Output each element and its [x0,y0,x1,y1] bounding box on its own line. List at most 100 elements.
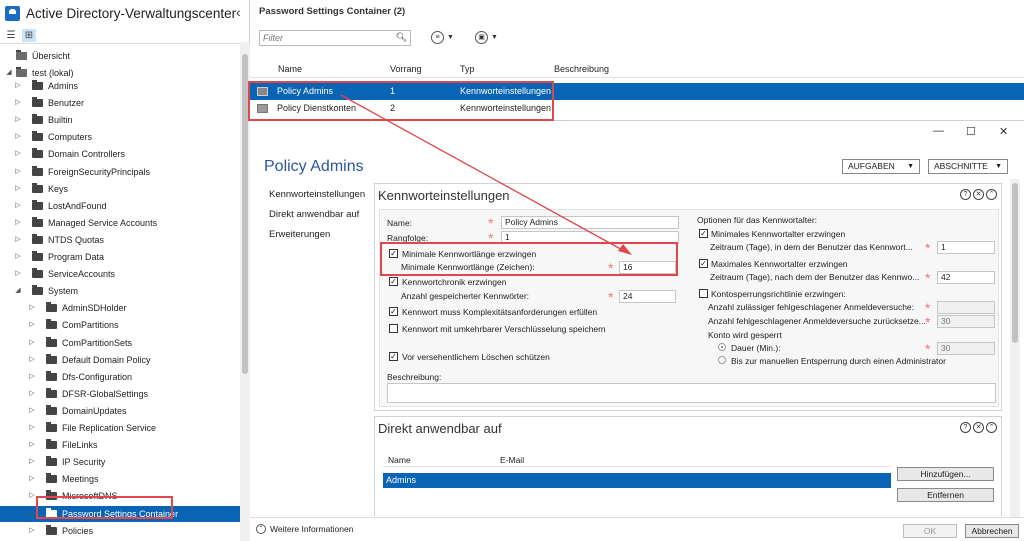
close-section-icon[interactable]: ✕ [973,422,984,433]
tree-item[interactable]: ▷ ForeignSecurityPrincipals [0,164,249,180]
tree-item[interactable]: ▷ File Replication Service [0,420,249,436]
more-info-link[interactable]: Weitere Informationen [270,524,353,534]
filter-box[interactable]: 🔍︎ [259,30,411,46]
expand-arrow-icon[interactable]: ▷ [14,232,22,248]
min-age-field[interactable]: 1 [937,241,995,254]
tree-item[interactable]: ▷ Policies [0,523,249,539]
tree-item[interactable]: ▷ Domain Controllers [0,146,249,162]
query-view-button[interactable]: ≡ ▼ [431,31,454,45]
max-age-field[interactable]: 42 [937,271,995,284]
expand-arrow-icon[interactable]: ▷ [14,78,22,94]
collapse-nav-icon[interactable]: ‹ [236,4,241,20]
lockout-checkbox[interactable] [699,289,708,298]
ok-button[interactable]: OK [903,524,957,538]
tree-item[interactable]: ▷ IP Security [0,454,249,470]
tree-item[interactable]: ▷ ComPartitionSets [0,335,249,351]
expand-arrow-icon[interactable]: ▷ [14,266,22,282]
filter-input[interactable] [263,32,391,44]
complexity-checkbox[interactable]: ✓ [389,307,398,316]
tree-item[interactable]: ▷ Computers [0,129,249,145]
save-query-button[interactable]: ▣ ▼ [475,31,498,45]
dialog-scrollbar[interactable] [1010,179,1020,519]
column-name[interactable]: Name [278,64,302,74]
list-view-icon[interactable]: ☰ [4,29,18,42]
search-icon[interactable]: 🔍︎ [396,32,407,43]
expand-arrow-icon[interactable]: ▷ [14,164,22,180]
lockout-reset-field[interactable]: 30 [937,315,995,328]
tree-item-overview[interactable]: Übersicht [0,48,249,64]
manual-unlock-radio[interactable] [718,356,726,364]
s2-column-email[interactable]: E-Mail [500,455,524,465]
expand-arrow-icon[interactable]: ▷ [28,317,36,333]
tree-view-icon[interactable]: ⊞ [22,29,36,42]
tree-item[interactable]: ▷ Keys [0,181,249,197]
tree-item[interactable]: ▷ NTDS Quotas [0,232,249,248]
tree-item[interactable]: ▷ LostAndFound [0,198,249,214]
protect-checkbox[interactable]: ✓ [389,352,398,361]
duration-field[interactable]: 30 [937,342,995,355]
expand-arrow-icon[interactable]: ▷ [14,198,22,214]
tree-item[interactable]: ▷ Meetings [0,471,249,487]
collapse-section-icon[interactable]: ⌃ [986,422,997,433]
expand-arrow-icon[interactable]: ▷ [28,386,36,402]
tree-item[interactable]: ▷ DFSR-GlobalSettings [0,386,249,402]
close-icon[interactable]: ✕ [999,125,1008,138]
tree-item[interactable]: ▷ Dfs-Configuration [0,369,249,385]
duration-radio[interactable] [718,343,726,351]
tree-item[interactable]: ▷ AdminSDHolder [0,300,249,316]
expand-arrow-icon[interactable]: ▷ [28,403,36,419]
expand-arrow-icon[interactable]: ▷ [28,420,36,436]
expand-arrow-icon[interactable]: ▷ [28,335,36,351]
expand-arrow-icon[interactable]: ▷ [14,249,22,265]
expand-arrow-icon[interactable]: ▷ [28,454,36,470]
expand-arrow-icon[interactable]: ▷ [28,523,36,539]
tree-item[interactable]: ▷ Admins [0,78,249,94]
s2-column-name[interactable]: Name [388,455,411,465]
description-field[interactable] [387,383,996,403]
close-section-icon[interactable]: ✕ [973,189,984,200]
tree-item[interactable]: ▷ Default Domain Policy [0,352,249,368]
expand-arrow-icon[interactable]: ▷ [28,300,36,316]
dialog-scrollbar-thumb[interactable] [1012,183,1018,343]
reversible-checkbox[interactable] [389,324,398,333]
expand-arrow-icon[interactable]: ▷ [28,506,36,522]
lockout-attempts-field[interactable] [937,301,995,314]
column-typ[interactable]: Typ [460,64,475,74]
add-button[interactable]: Hinzufügen... [897,467,994,481]
remove-button[interactable]: Entfernen [897,488,994,502]
expand-info-icon[interactable]: ⌃ [256,524,266,534]
tree-item[interactable]: ◢ System [0,283,249,299]
max-age-checkbox[interactable]: ✓ [699,259,708,268]
tree-item[interactable]: ▷ ComPartitions [0,317,249,333]
tree-item[interactable]: ▷ Builtin [0,112,249,128]
expand-arrow-icon[interactable]: ▷ [14,181,22,197]
tree-item[interactable]: ▷ Managed Service Accounts [0,215,249,231]
column-vorrang[interactable]: Vorrang [390,64,422,74]
nav-erweiterungen[interactable]: Erweiterungen [269,229,330,240]
tree-item[interactable]: ▷ Benutzer [0,95,249,111]
cancel-button[interactable]: Abbrechen [965,524,1019,538]
maximize-icon[interactable]: ☐ [966,125,976,138]
expand-arrow-icon[interactable]: ▷ [14,146,22,162]
name-field[interactable]: Policy Admins [501,216,679,229]
help-icon[interactable]: ? [960,422,971,433]
tree-item[interactable]: ▷ ServiceAccounts [0,266,249,282]
expand-arrow-icon[interactable]: ▷ [14,129,22,145]
help-icon[interactable]: ? [960,189,971,200]
expand-arrow-icon[interactable]: ▷ [28,352,36,368]
tasks-button[interactable]: AUFGABEN ▼ [842,159,920,174]
collapse-arrow-icon[interactable]: ◢ [14,283,22,299]
nav-direkt-anwendbar[interactable]: Direkt anwendbar auf [269,209,359,220]
tree-item[interactable]: ▷ Program Data [0,249,249,265]
s2-list-row[interactable]: Admins [383,473,891,488]
sections-button[interactable]: ABSCHNITTE ▼ [928,159,1008,174]
column-beschreibung[interactable]: Beschreibung [554,64,609,74]
minimize-icon[interactable]: — [933,125,944,137]
history-checkbox[interactable]: ✓ [389,277,398,286]
history-field[interactable]: 24 [619,290,676,303]
expand-arrow-icon[interactable]: ▷ [28,488,36,504]
expand-arrow-icon[interactable]: ▷ [14,112,22,128]
expand-arrow-icon[interactable]: ▷ [28,471,36,487]
min-age-checkbox[interactable]: ✓ [699,229,708,238]
nav-kennworteinstellungen[interactable]: Kennworteinstellungen [269,189,365,200]
